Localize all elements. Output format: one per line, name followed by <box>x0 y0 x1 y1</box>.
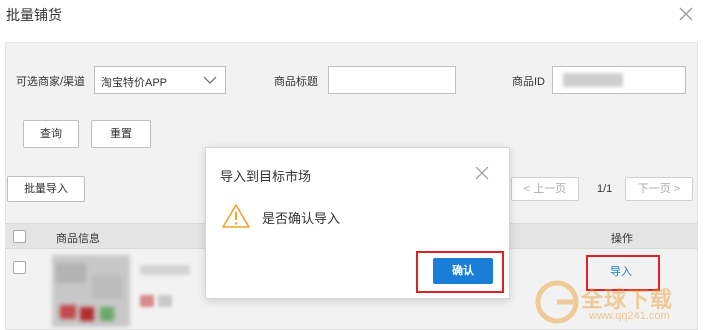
column-header-action: 操作 <box>611 233 633 245</box>
redacted-id <box>563 73 623 87</box>
product-image <box>52 255 130 327</box>
modal-title: 导入到目标市场 <box>220 169 312 184</box>
merchant-select[interactable]: 淘宝特价APP <box>94 66 226 94</box>
product-tag-redacted <box>140 295 154 307</box>
query-button[interactable]: 查询 <box>23 120 79 148</box>
reset-button[interactable]: 重置 <box>91 120 151 148</box>
import-confirm-modal: 导入到目标市场 是否确认导入 确认 <box>205 147 510 299</box>
warning-icon <box>222 204 250 228</box>
close-icon[interactable] <box>475 166 489 180</box>
close-icon[interactable] <box>677 5 695 23</box>
watermark-url: www.qq241.com <box>589 310 670 322</box>
next-page-button[interactable]: 下一页 > <box>625 177 693 201</box>
merchant-select-value: 淘宝特价APP <box>101 77 168 89</box>
id-input[interactable] <box>552 66 686 94</box>
watermark-logo: 全球下载 www.qq241.com <box>529 278 699 328</box>
product-tag-redacted <box>158 295 172 307</box>
column-header-info: 商品信息 <box>56 233 100 245</box>
dialog-title: 批量铺货 <box>6 7 62 23</box>
title-input[interactable] <box>328 66 456 94</box>
dialog-header: 批量铺货 <box>0 0 703 32</box>
product-name-redacted <box>140 265 190 275</box>
row-checkbox[interactable] <box>13 261 26 274</box>
highlight-confirm-box <box>416 251 504 293</box>
page-indicator: 1/1 <box>597 183 613 195</box>
watermark-g-icon <box>535 280 579 324</box>
select-all-checkbox[interactable] <box>13 230 26 243</box>
id-label: 商品ID <box>512 76 545 88</box>
title-label: 商品标题 <box>274 76 318 88</box>
merchant-label: 可选商家/渠道 <box>16 76 86 88</box>
batch-import-button[interactable]: 批量导入 <box>7 176 85 202</box>
modal-message: 是否确认导入 <box>262 211 341 226</box>
prev-page-button[interactable]: < 上一页 <box>511 177 579 201</box>
chevron-down-icon <box>203 76 217 84</box>
